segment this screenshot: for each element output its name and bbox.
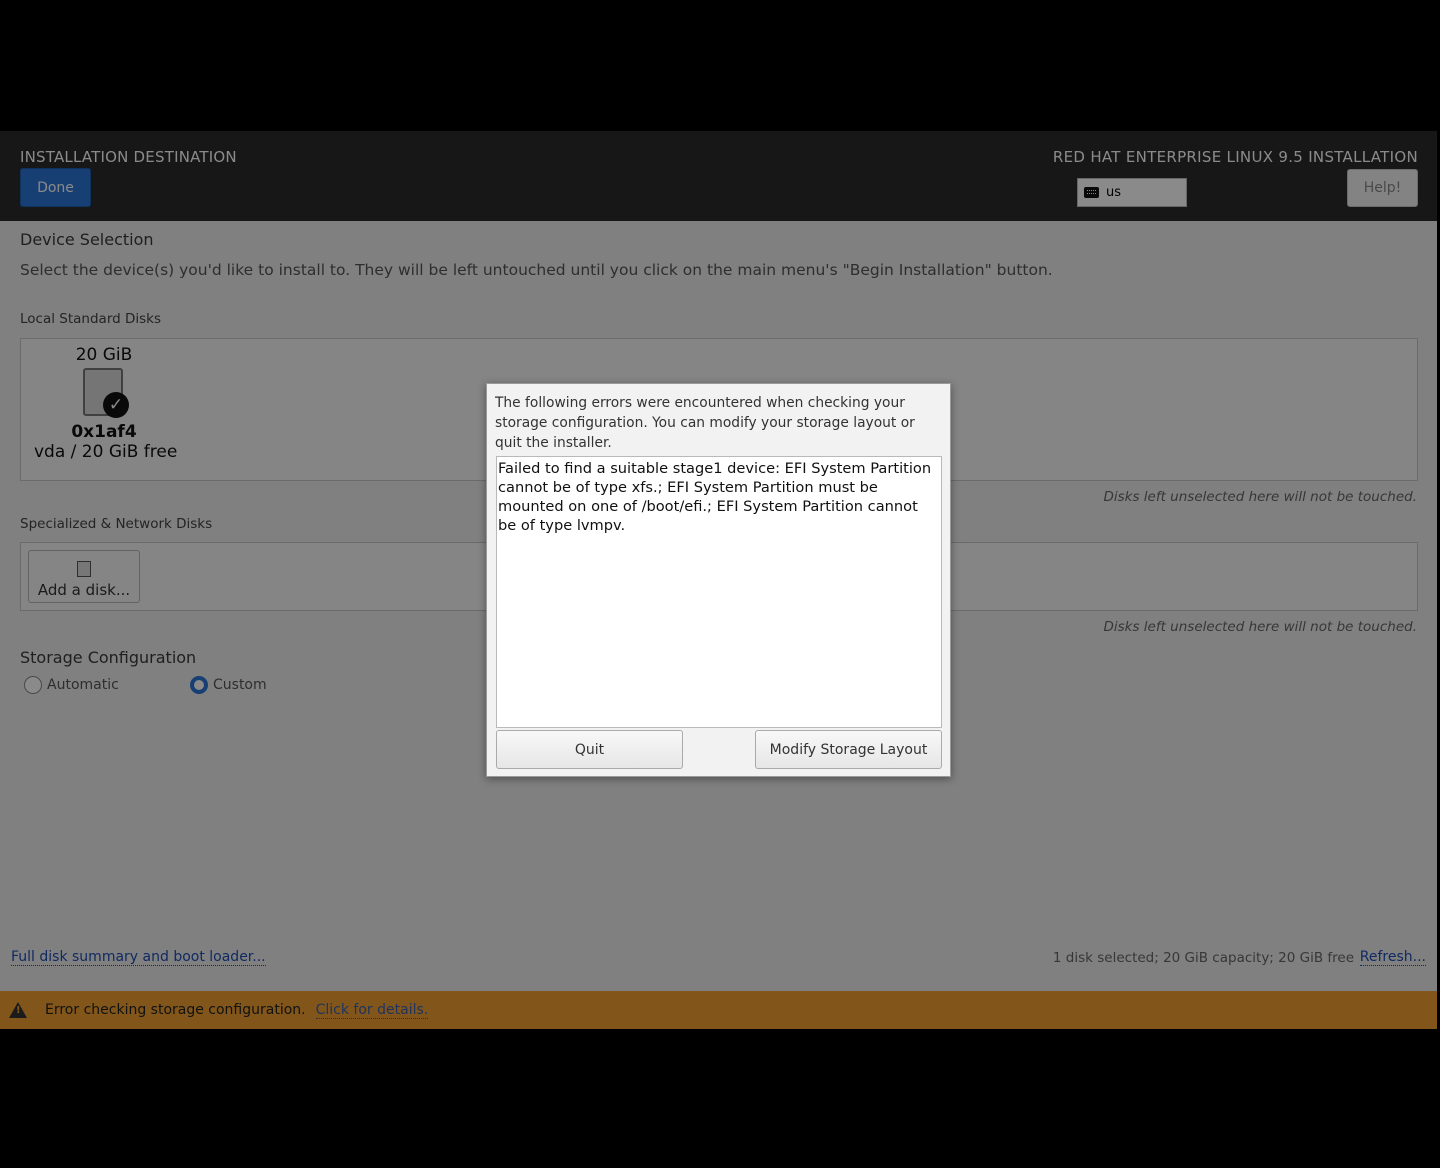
dialog-message: The following errors were encountered wh… (495, 395, 915, 451)
storage-error-dialog: The following errors were encountered wh… (486, 383, 951, 777)
error-details-textview[interactable]: Failed to find a suitable stage1 device:… (496, 456, 942, 728)
quit-button[interactable]: Quit (496, 730, 683, 769)
modify-storage-layout-button[interactable]: Modify Storage Layout (755, 730, 942, 769)
